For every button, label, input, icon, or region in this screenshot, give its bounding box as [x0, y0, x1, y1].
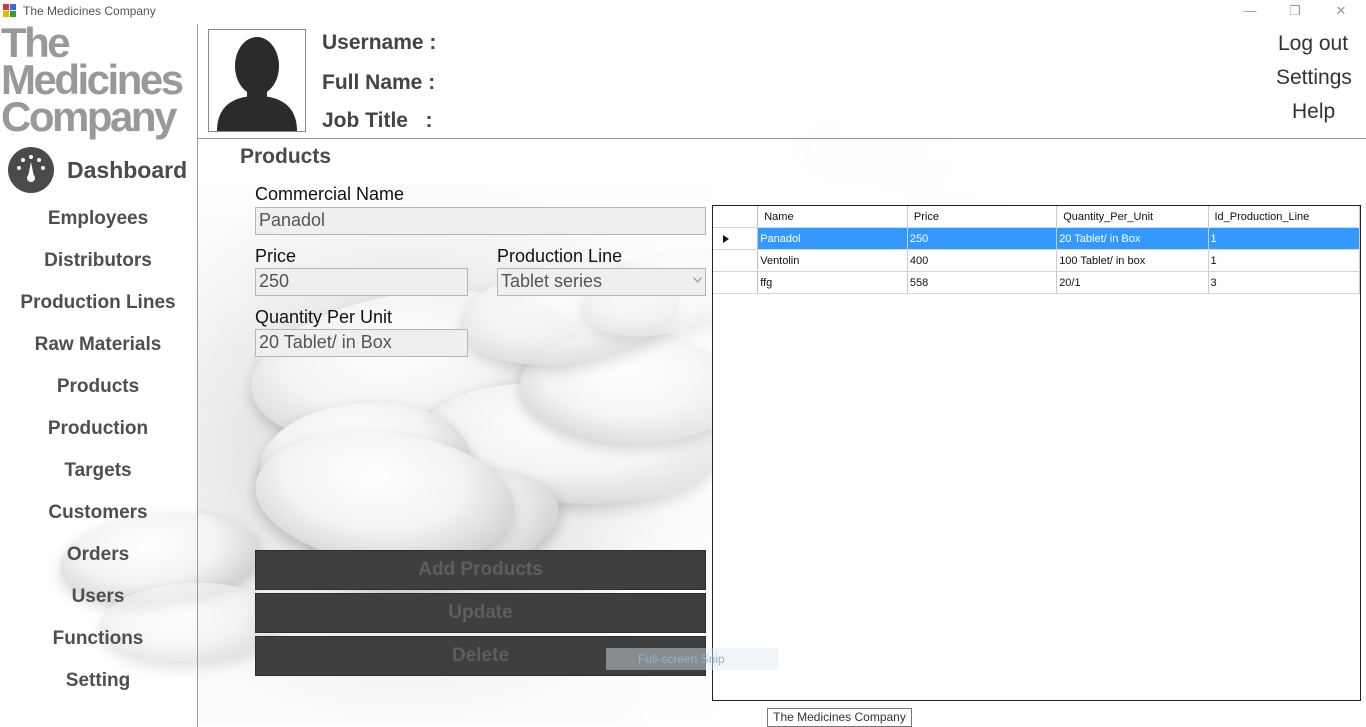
commercial-name-input[interactable]: Panadol	[255, 207, 706, 235]
production-line-select[interactable]: Tablet series	[497, 268, 706, 296]
update-button[interactable]: Update	[255, 593, 706, 633]
sidebar-item-products[interactable]: Products	[0, 376, 196, 398]
cell-name[interactable]: Panadol	[757, 227, 908, 250]
settings-link[interactable]: Settings	[1276, 66, 1352, 90]
cell-production-line[interactable]: 1	[1208, 249, 1360, 272]
chevron-down-icon	[693, 274, 702, 286]
sidebar-item-production-lines[interactable]: Production Lines	[0, 292, 196, 314]
cell-name[interactable]: Ventolin	[757, 249, 908, 272]
logo-line-3: Company	[1, 93, 177, 140]
avatar	[208, 29, 306, 132]
cell-price[interactable]: 558	[907, 271, 1058, 294]
cell-price[interactable]: 250	[907, 227, 1058, 250]
fullscreen-snip-tooltip: Full-screen Snip	[606, 648, 778, 670]
production-line-label: Production Line	[497, 246, 623, 266]
dashboard-label: Dashboard	[67, 157, 188, 183]
commercial-name-label: Commercial Name	[255, 184, 405, 204]
price-label: Price	[255, 246, 297, 266]
sidebar-item-setting[interactable]: Setting	[0, 670, 196, 692]
title-bar: The Medicines Company — ❐ ✕	[0, 0, 1366, 23]
cell-production-line[interactable]: 3	[1208, 271, 1360, 294]
cell-quantity[interactable]: 20 Tablet/ in Box	[1056, 227, 1209, 250]
sidebar-item-functions[interactable]: Functions	[0, 628, 196, 650]
company-logo: The Medicines Company	[1, 22, 184, 140]
taskbar-tooltip: The Medicines Company	[767, 708, 912, 727]
sidebar-divider	[197, 24, 198, 727]
sidebar-item-employees[interactable]: Employees	[0, 208, 196, 230]
logout-link[interactable]: Log out	[1278, 32, 1348, 56]
cell-production-line[interactable]: 1	[1208, 227, 1360, 250]
row-selected-indicator-icon	[713, 227, 759, 250]
quantity-per-unit-label: Quantity Per Unit	[255, 307, 393, 327]
sidebar-item-users[interactable]: Users	[0, 586, 196, 608]
cell-name[interactable]: ffg	[757, 271, 908, 294]
fullname-label: Full Name :	[322, 71, 436, 94]
sidebar-item-orders[interactable]: Orders	[0, 544, 196, 566]
sidebar-item-raw-materials[interactable]: Raw Materials	[0, 334, 196, 356]
production-line-value: Tablet series	[501, 271, 603, 291]
username-label: Username :	[322, 31, 437, 54]
sidebar-item-production[interactable]: Production	[0, 418, 196, 440]
jobtitle-label: Job Title :	[322, 109, 433, 132]
row-header[interactable]	[713, 271, 759, 294]
row-header-corner	[713, 206, 759, 228]
help-link[interactable]: Help	[1292, 100, 1335, 124]
sidebar-item-targets[interactable]: Targets	[0, 460, 196, 482]
column-header-price[interactable]: Price	[907, 206, 1058, 228]
restore-icon[interactable]: ❐	[1280, 2, 1310, 20]
column-header-name[interactable]: Name	[757, 206, 908, 228]
user-silhouette-icon	[217, 37, 297, 131]
sidebar-item-distributors[interactable]: Distributors	[0, 250, 196, 272]
table-row[interactable]: ffg 558 20/1 3	[713, 271, 1360, 294]
window-title: The Medicines Company	[23, 4, 156, 18]
app-icon	[3, 4, 17, 18]
close-icon[interactable]: ✕	[1326, 2, 1356, 20]
header-divider	[198, 138, 1366, 139]
section-title: Products	[240, 145, 332, 168]
table-row[interactable]: Ventolin 400 100 Tablet/ in box 1	[713, 249, 1360, 272]
sidebar-item-customers[interactable]: Customers	[0, 502, 196, 524]
column-header-quantity-per-unit[interactable]: Quantity_Per_Unit	[1056, 206, 1209, 228]
add-products-button[interactable]: Add Products	[255, 550, 706, 590]
cell-quantity[interactable]: 100 Tablet/ in box	[1056, 249, 1209, 272]
quantity-per-unit-input[interactable]: 20 Tablet/ in Box	[255, 329, 468, 357]
column-header-id-production-line[interactable]: Id_Production_Line	[1208, 206, 1360, 228]
cell-price[interactable]: 400	[907, 249, 1058, 272]
products-data-grid[interactable]: Name Price Quantity_Per_Unit Id_Producti…	[712, 205, 1361, 701]
table-row[interactable]: Panadol 250 20 Tablet/ in Box 1	[713, 227, 1360, 250]
price-input[interactable]: 250	[255, 268, 468, 296]
row-header[interactable]	[713, 249, 759, 272]
cell-quantity[interactable]: 20/1	[1056, 271, 1209, 294]
grid-header-row: Name Price Quantity_Per_Unit Id_Producti…	[713, 206, 1360, 228]
dashboard-gauge-icon	[8, 147, 54, 193]
minimize-icon[interactable]: —	[1235, 2, 1265, 20]
